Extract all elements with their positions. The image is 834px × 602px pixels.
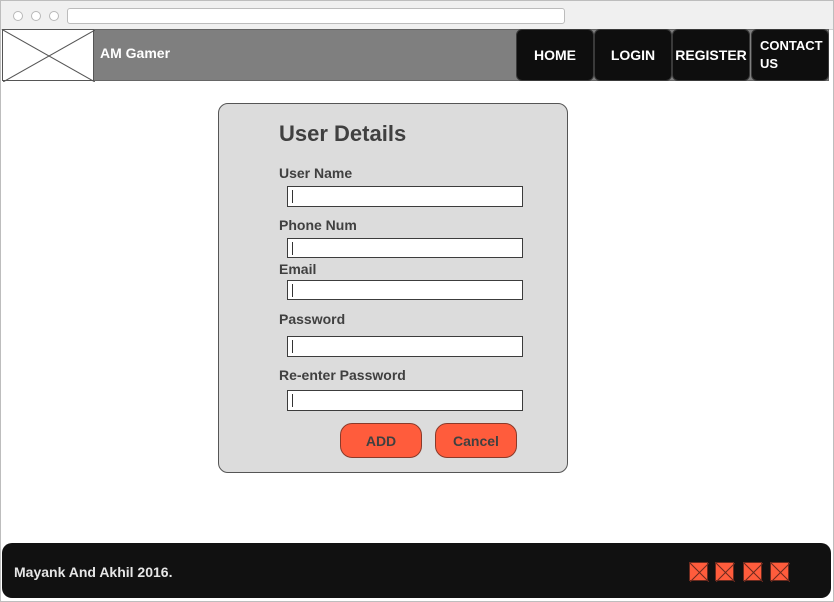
browser-chrome	[1, 1, 833, 30]
logo-placeholder-icon[interactable]	[2, 29, 95, 82]
reenter-password-input[interactable]	[287, 390, 523, 411]
password-label: Password	[279, 311, 346, 327]
add-button[interactable]: ADD	[340, 423, 422, 458]
social-icon[interactable]	[689, 562, 709, 582]
brand-name: AM Gamer	[100, 45, 171, 61]
nav-contact-label-line2: US	[760, 56, 779, 71]
nav-contact-label-line1: CONTACT	[760, 38, 823, 53]
user-name-input[interactable]	[287, 186, 523, 207]
text-caret	[292, 242, 293, 255]
nav-login-button[interactable]: LOGIN	[594, 29, 672, 81]
window-maximize-dot[interactable]	[49, 11, 59, 21]
address-bar[interactable]	[67, 8, 565, 24]
password-input[interactable]	[287, 336, 523, 357]
social-icon[interactable]	[770, 562, 790, 582]
phone-num-label: Phone Num	[279, 217, 357, 233]
text-caret	[292, 394, 293, 407]
image-placeholder-icon	[3, 30, 95, 82]
footer-copyright: Mayank And Akhil 2016.	[14, 564, 173, 580]
user-name-label: User Name	[279, 165, 353, 181]
cancel-button-label: Cancel	[453, 432, 499, 449]
nav-contact-label: CONTACT US	[760, 37, 823, 73]
phone-num-input[interactable]	[287, 238, 523, 258]
form-title: User Details	[279, 121, 407, 146]
email-label: Email	[279, 261, 317, 277]
nav-home-button[interactable]: HOME	[516, 29, 594, 81]
reenter-password-label: Re-enter Password	[279, 367, 406, 383]
nav-contact-button[interactable]: CONTACT US	[751, 29, 829, 81]
nav-home-label: HOME	[534, 47, 576, 63]
social-icon[interactable]	[743, 562, 763, 582]
nav-register-label: REGISTER	[675, 47, 747, 63]
window-close-dot[interactable]	[13, 11, 23, 21]
image-placeholder-icon	[690, 563, 709, 582]
text-caret	[292, 340, 293, 353]
image-placeholder-icon	[716, 563, 735, 582]
email-input[interactable]	[287, 280, 523, 300]
image-placeholder-icon	[771, 563, 790, 582]
text-caret	[292, 284, 293, 297]
window-minimize-dot[interactable]	[31, 11, 41, 21]
text-caret	[292, 190, 293, 203]
cancel-button[interactable]: Cancel	[435, 423, 517, 458]
image-placeholder-icon	[744, 563, 763, 582]
nav-register-button[interactable]: REGISTER	[672, 29, 750, 81]
add-button-label: ADD	[365, 432, 397, 449]
nav-login-label: LOGIN	[610, 47, 656, 63]
social-icon[interactable]	[715, 562, 735, 582]
